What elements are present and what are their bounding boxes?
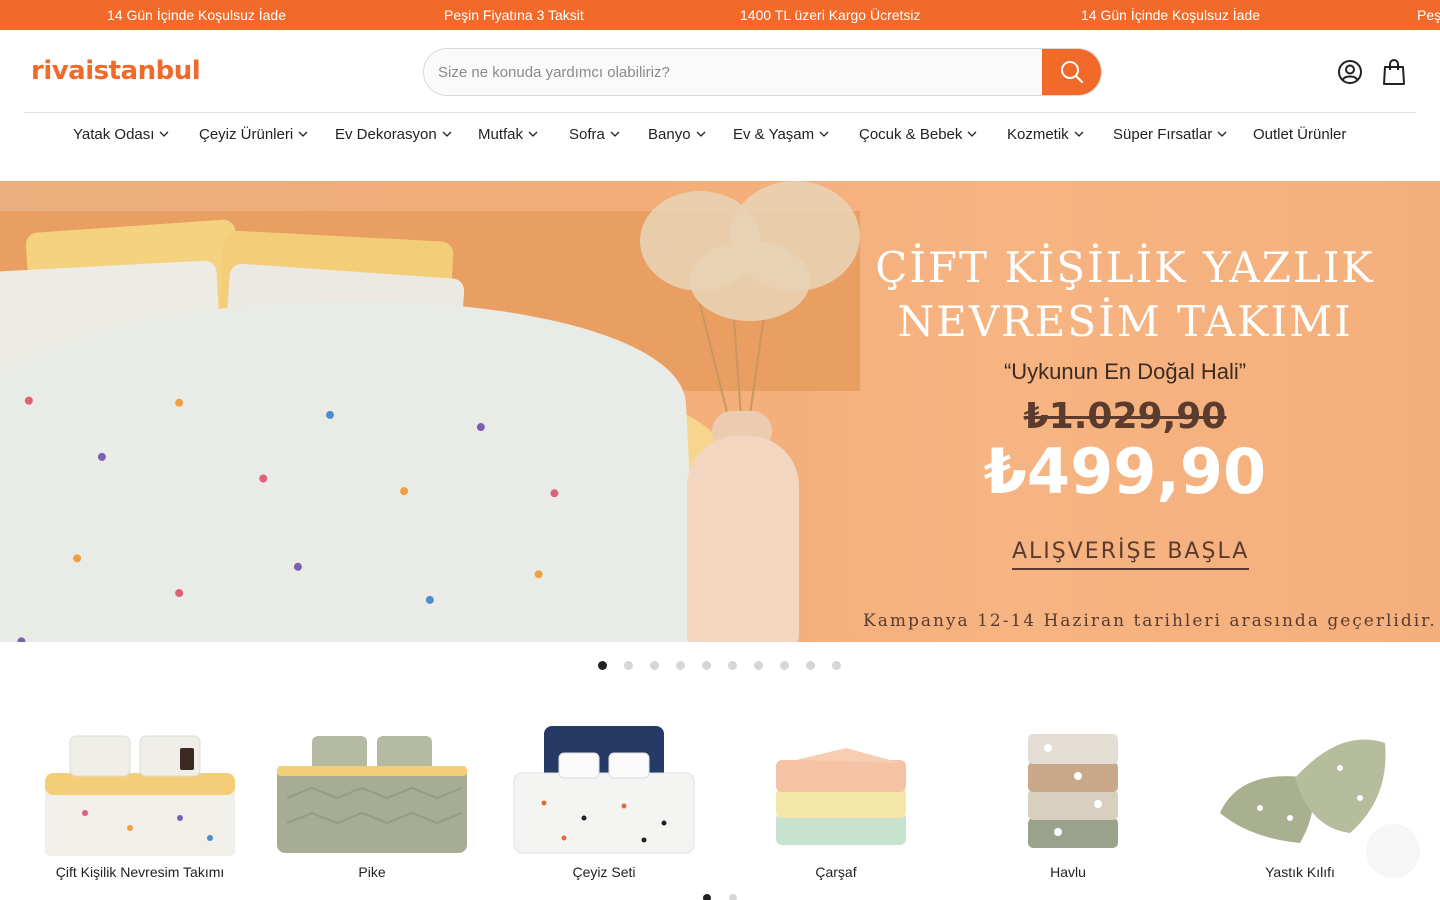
- nav-item-label: Kozmetik: [1007, 126, 1069, 143]
- announcement-text: Peşin Fiyatına 3 Taksit: [444, 7, 584, 23]
- nav-item-label: Süper Fırsatlar: [1113, 126, 1213, 143]
- logo[interactable]: rivaistanbul: [31, 56, 201, 86]
- carousel-dot[interactable]: [728, 661, 737, 670]
- category-label: Pike: [358, 864, 386, 880]
- chevron-down-icon: [1217, 131, 1227, 137]
- chevron-down-icon: [159, 131, 169, 137]
- hero-title-line: ÇİFT KİŞİLİK YAZLIK: [875, 243, 1375, 292]
- announcement-bar: 14 Gün İçinde Koşulsuz İade Peşin Fiyatı…: [0, 0, 1440, 30]
- nav-item-outlet-urunler[interactable]: Outlet Ürünler: [1253, 126, 1346, 143]
- chevron-down-icon: [696, 131, 706, 137]
- nav-item-mutfak[interactable]: Mutfak: [478, 126, 538, 143]
- category-tile[interactable]: Çarşaf: [731, 718, 941, 888]
- hero-banner[interactable]: ÇİFT KİŞİLİK YAZLIK NEVRESİM TAKIMI “Uyk…: [0, 181, 1440, 642]
- category-label: Havlu: [1050, 864, 1086, 880]
- hero-title: ÇİFT KİŞİLİK YAZLIK NEVRESİM TAKIMI: [860, 241, 1390, 349]
- search-icon: [1060, 61, 1083, 83]
- category-label: Çarşaf: [815, 864, 857, 880]
- category-tile[interactable]: Çeyiz Seti: [499, 718, 709, 888]
- category-pager-dot[interactable]: [729, 894, 737, 900]
- carousel-dot[interactable]: [676, 661, 685, 670]
- category-image: [45, 735, 235, 856]
- search-button[interactable]: [1042, 49, 1101, 95]
- nav-item-ev-yasam[interactable]: Ev & Yaşam: [733, 126, 829, 143]
- carousel-dot[interactable]: [754, 661, 763, 670]
- nav-item-label: Outlet Ürünler: [1253, 126, 1347, 143]
- category-pager: [0, 894, 1440, 900]
- category-image: [1028, 734, 1118, 848]
- nav-item-label: Mutfak: [478, 126, 524, 143]
- chevron-down-icon: [298, 131, 308, 137]
- nav-item-ev-dekorasyon[interactable]: Ev Dekorasyon: [335, 126, 452, 143]
- category-tile[interactable]: Çift Kişilik Nevresim Takımı: [35, 718, 245, 888]
- nav-item-label: Çeyiz Ürünleri: [199, 126, 294, 143]
- new-price: ₺499,90: [983, 435, 1267, 508]
- search-bar: [423, 48, 1102, 96]
- category-image: [513, 726, 695, 854]
- hero-title-line: NEVRESİM TAKIMI: [897, 297, 1353, 346]
- hero-plume: [690, 241, 810, 321]
- cart-icon: [1383, 59, 1405, 85]
- chevron-down-icon: [967, 131, 977, 137]
- carousel-dot[interactable]: [702, 661, 711, 670]
- carousel-dot[interactable]: [598, 661, 607, 670]
- nav-item-sofra[interactable]: Sofra: [569, 126, 620, 143]
- shop-now-button[interactable]: ALIŞVERİŞE BAŞLA: [1012, 539, 1250, 570]
- hero-subtitle: “Uykunun En Doğal Hali”: [1003, 359, 1247, 384]
- nav-item-label: Ev & Yaşam: [733, 126, 815, 143]
- announcement-text: Peş: [1417, 7, 1440, 23]
- chevron-down-icon: [610, 131, 620, 137]
- chevron-down-icon: [442, 131, 452, 137]
- nav-item-label: Banyo: [648, 126, 691, 143]
- category-label: Çift Kişilik Nevresim Takımı: [55, 864, 225, 880]
- hero-vase: [687, 436, 799, 642]
- nav-item-yatak-odasi[interactable]: Yatak Odası: [73, 126, 169, 143]
- carousel-dots: [0, 661, 1440, 671]
- category-tile[interactable]: Havlu: [963, 718, 1173, 888]
- carousel-dot[interactable]: [806, 661, 815, 670]
- announcement-text: 14 Gün İçinde Koşulsuz İade: [1081, 7, 1261, 23]
- announcement-text: 1400 TL üzeri Kargo Ücretsiz: [740, 7, 921, 23]
- carousel-dot[interactable]: [780, 661, 789, 670]
- old-price: ₺1.029,90: [1023, 396, 1227, 437]
- account-icon: [1338, 60, 1362, 84]
- nav-item-super-firsatlar[interactable]: Süper Fırsatlar: [1113, 126, 1227, 143]
- carousel-dot[interactable]: [650, 661, 659, 670]
- nav-item-kozmetik[interactable]: Kozmetik: [1007, 126, 1084, 143]
- main-nav: Yatak Odası Çeyiz Ürünleri Ev Dekorasyon…: [0, 126, 1440, 148]
- nav-item-banyo[interactable]: Banyo: [648, 126, 706, 143]
- nav-item-label: Sofra: [569, 126, 605, 143]
- category-pager-dot[interactable]: [703, 894, 711, 900]
- chevron-down-icon: [528, 131, 538, 137]
- nav-item-label: Ev Dekorasyon: [335, 126, 437, 143]
- nav-item-label: Çocuk & Bebek: [859, 126, 963, 143]
- chevron-down-icon: [819, 131, 829, 137]
- chevron-down-icon: [1074, 131, 1084, 137]
- campaign-note: Kampanya 12-14 Haziran tarihleri arasınd…: [863, 611, 1437, 631]
- header-divider: [24, 112, 1416, 113]
- hero-quilt: [0, 282, 700, 642]
- carousel-dot[interactable]: [624, 661, 633, 670]
- nav-item-cocuk-bebek[interactable]: Çocuk & Bebek: [859, 126, 977, 143]
- nav-item-ceyiz-urunleri[interactable]: Çeyiz Ürünleri: [199, 126, 308, 143]
- carousel-dot[interactable]: [832, 661, 841, 670]
- nav-item-label: Yatak Odası: [73, 126, 155, 143]
- category-label: Çeyiz Seti: [572, 864, 636, 880]
- announcement-text: 14 Gün İçinde Koşulsuz İade: [107, 7, 287, 23]
- cart-button[interactable]: [1380, 58, 1408, 86]
- category-tile[interactable]: Pike: [267, 718, 477, 888]
- account-button[interactable]: [1336, 58, 1364, 86]
- chat-widget[interactable]: [1366, 824, 1420, 878]
- category-image: [277, 736, 467, 853]
- category-image: [776, 748, 906, 845]
- search-input[interactable]: [424, 49, 1044, 95]
